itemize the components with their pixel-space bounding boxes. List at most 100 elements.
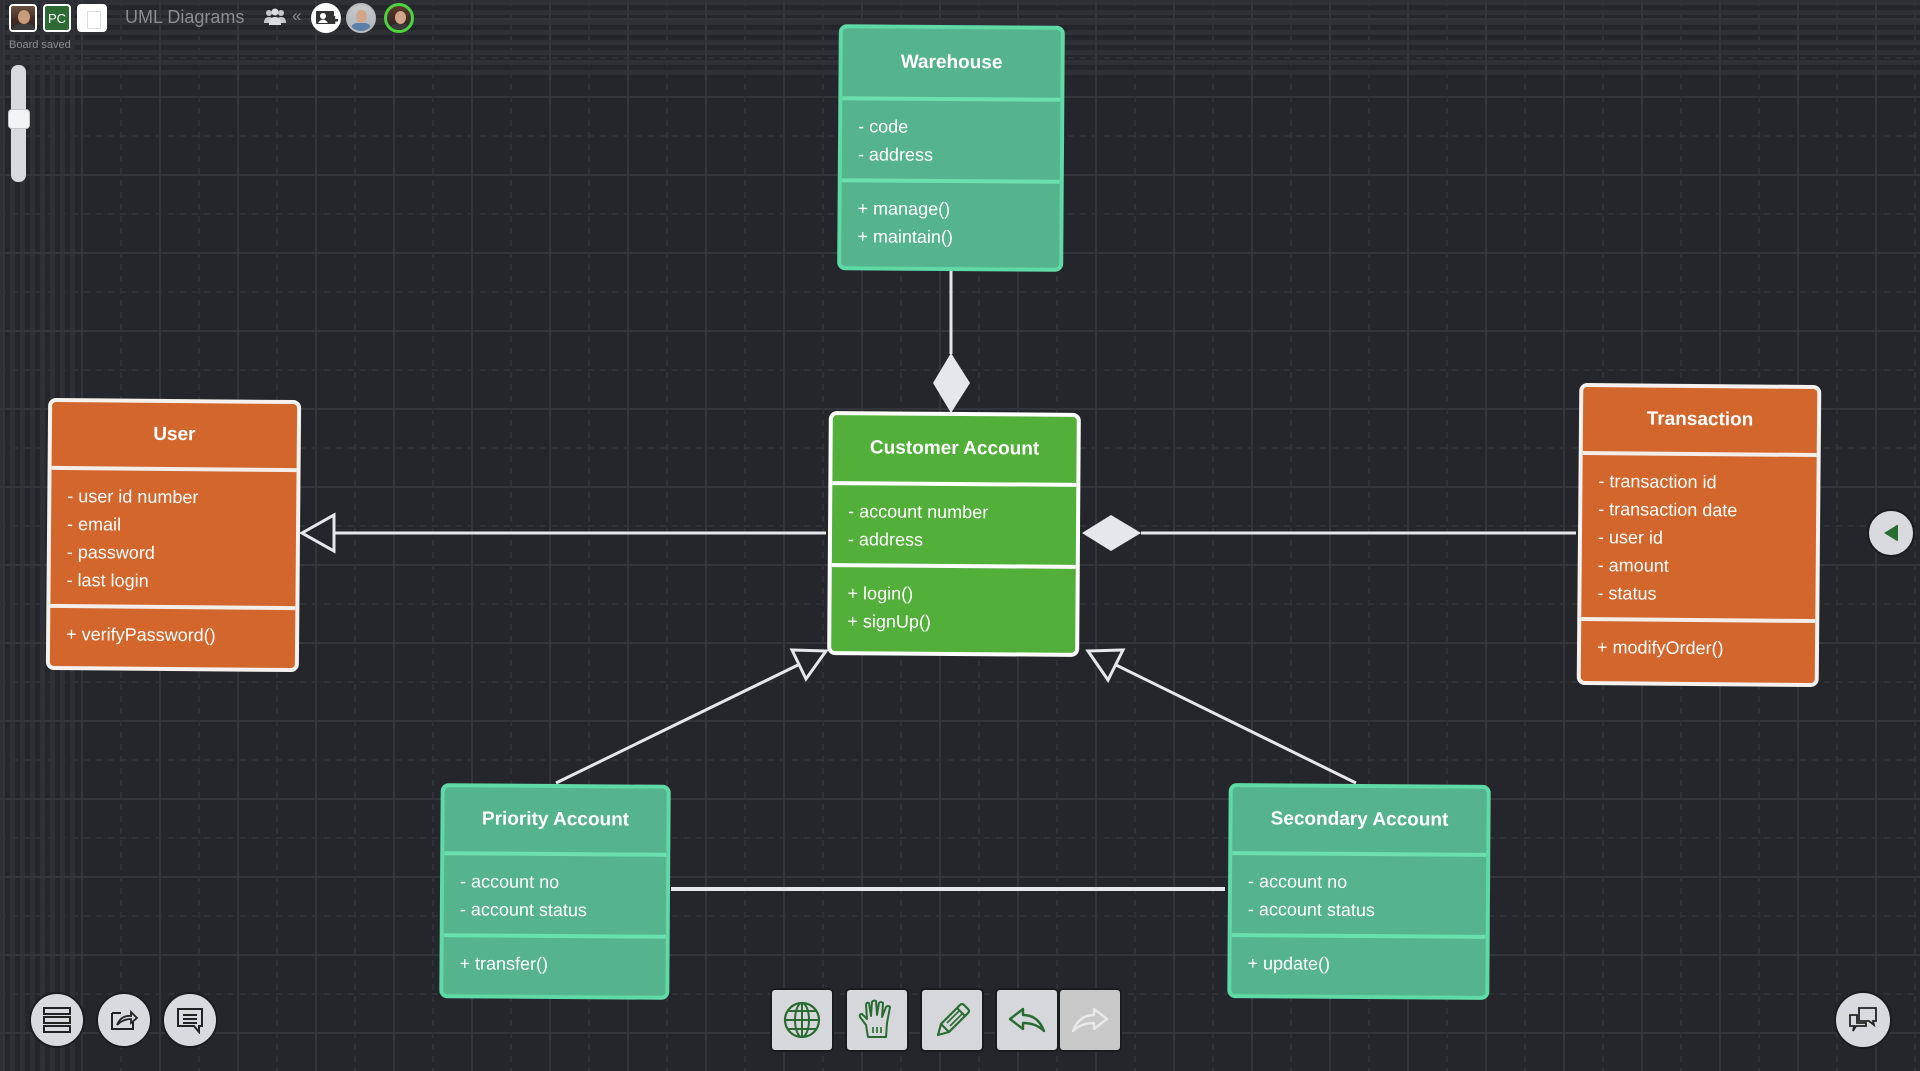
class-attribute: - amount <box>1597 555 1669 576</box>
class-attribute: - account status <box>1247 899 1376 921</box>
class-method: + login() <box>847 583 914 604</box>
class-attribute: - last login <box>66 570 149 591</box>
pan-button[interactable] <box>845 988 909 1052</box>
pencil-icon <box>936 1002 971 1037</box>
attributes-section: - account no - account status <box>1232 855 1487 935</box>
class-method: + verifyPassword() <box>66 624 216 646</box>
class-method: + manage() <box>857 198 951 219</box>
class-attribute: - account no <box>459 871 560 893</box>
triangle-left-icon <box>1884 524 1898 542</box>
class-method: + modifyOrder() <box>1596 637 1724 659</box>
class-name: Transaction <box>1646 408 1754 431</box>
grid-line <box>744 0 746 1071</box>
redo-button[interactable] <box>1058 988 1122 1052</box>
collapse-chevron-icon[interactable]: « <box>292 6 301 26</box>
methods-section: + update() <box>1231 937 1485 989</box>
grid-line <box>0 759 1920 761</box>
globe-icon <box>783 1001 821 1039</box>
users-icon[interactable] <box>264 8 286 26</box>
add-user-icon <box>316 11 338 24</box>
initials-text: PC <box>47 10 67 26</box>
class-secondary-account[interactable]: Secondary Account - account no - account … <box>1227 783 1491 1000</box>
class-priority-account[interactable]: Priority Account - account no - account s… <box>439 783 671 1000</box>
grid-line <box>0 369 1920 371</box>
class-warehouse[interactable]: Warehouse - code - address + manage() + ma… <box>837 24 1065 272</box>
methods-section: + login() + signUp() <box>831 567 1076 647</box>
comment-icon <box>177 1008 203 1034</box>
class-name: Customer Account <box>869 437 1040 460</box>
document-icon <box>87 11 101 29</box>
grid-line <box>0 915 1920 917</box>
class-name: User <box>153 423 196 446</box>
grid-line <box>432 0 434 1071</box>
generalization-arrow-user <box>298 512 336 554</box>
grid-line <box>1836 0 1838 1071</box>
export-button[interactable] <box>96 992 152 1048</box>
top-bar: PC UML Diagrams « Board saved <box>0 0 600 51</box>
class-name: Warehouse <box>900 51 1003 74</box>
class-attribute: - email <box>67 514 122 535</box>
class-method: + signUp() <box>847 611 931 632</box>
class-attribute: - address <box>857 144 934 165</box>
grid-line <box>0 291 1920 293</box>
current-user-avatar[interactable] <box>384 3 414 33</box>
attributes-section: - account no - account status <box>444 855 667 935</box>
class-user[interactable]: User - user id number - email - password - … <box>45 397 302 673</box>
globe-button[interactable] <box>770 988 834 1052</box>
class-attribute: - status <box>1597 583 1657 604</box>
initials-badge[interactable]: PC <box>43 4 71 32</box>
expand-panel-button[interactable] <box>1867 509 1915 557</box>
comments-button[interactable] <box>162 992 218 1048</box>
class-attribute: - user id number <box>67 486 199 508</box>
class-attribute: - password <box>66 542 155 563</box>
class-method: + transfer() <box>459 953 549 974</box>
save-status: Board saved <box>9 39 71 51</box>
class-method: + update() <box>1247 953 1331 974</box>
undo-button[interactable] <box>995 988 1059 1052</box>
class-attribute: - user id <box>1597 527 1664 548</box>
draw-button[interactable] <box>920 988 984 1052</box>
class-attribute: - transaction date <box>1598 499 1738 521</box>
class-method: + maintain() <box>857 226 953 248</box>
grid-line <box>822 0 824 1071</box>
methods-section: + modifyOrder() <box>1581 621 1815 673</box>
undo-icon <box>1008 1007 1046 1033</box>
grid-line <box>42 0 44 1071</box>
grid-line <box>1212 0 1214 1071</box>
chat-button[interactable] <box>1834 991 1892 1049</box>
class-name: Priority Account <box>481 808 630 831</box>
attributes-section: - user id number - email - password - last … <box>50 470 296 606</box>
export-icon <box>111 1009 139 1030</box>
grid-line <box>1524 0 1526 1071</box>
document-button[interactable] <box>77 4 107 32</box>
class-name: Secondary Account <box>1270 808 1449 831</box>
class-attribute: - account number <box>848 501 989 523</box>
generalization-arrow-secondary <box>1085 648 1126 683</box>
redo-icon <box>1071 1007 1109 1033</box>
board-title[interactable]: UML Diagrams <box>125 7 244 28</box>
attributes-section: - transaction id - transaction date - user… <box>1581 455 1816 619</box>
grid-line <box>1134 0 1136 1071</box>
attributes-section: - account number - address <box>832 485 1077 565</box>
class-attribute: - address <box>847 529 924 550</box>
class-attribute: - transaction id <box>1598 471 1717 493</box>
methods-section: + verifyPassword() <box>50 608 295 660</box>
composition-diamond-transaction <box>1082 515 1141 551</box>
class-attribute: - account status <box>459 899 588 921</box>
methods-section: + manage() + maintain() <box>841 182 1060 262</box>
menu-icon <box>43 1007 71 1033</box>
composition-diamond-warehouse <box>933 353 970 413</box>
grid-line <box>0 837 1920 839</box>
invite-user-button[interactable] <box>311 3 341 33</box>
class-customer-account[interactable]: Customer Account - account number - addre… <box>827 411 1081 657</box>
class-attribute: - code <box>858 116 909 137</box>
class-transaction[interactable]: Transaction - transaction id - transactio… <box>1576 382 1822 688</box>
grid-line <box>354 0 356 1071</box>
attributes-section: - code - address <box>842 100 1061 180</box>
class-attribute: - account no <box>1247 871 1348 892</box>
zoom-slider-thumb[interactable] <box>8 108 30 129</box>
user-avatar[interactable] <box>9 4 37 32</box>
hand-icon <box>858 999 891 1038</box>
menu-button[interactable] <box>29 992 85 1048</box>
collaborator-avatar[interactable] <box>346 3 376 33</box>
